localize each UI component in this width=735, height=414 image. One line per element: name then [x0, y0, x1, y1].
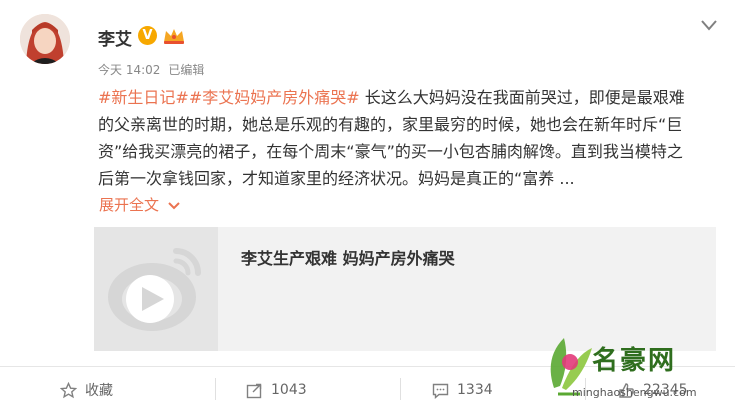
- post-time[interactable]: 今天 14:02: [98, 63, 160, 77]
- video-card-title: 李艾生产艰难 妈妈产房外痛哭: [241, 249, 455, 268]
- repost-count: 1043: [271, 382, 307, 398]
- video-thumbnail: [94, 227, 218, 351]
- verified-badge-icon: V: [138, 26, 157, 45]
- comment-button[interactable]: 1334: [432, 378, 493, 402]
- chevron-down-icon: [168, 201, 180, 209]
- repost-icon: [246, 383, 262, 398]
- chevron-down-icon[interactable]: [700, 18, 718, 32]
- favorite-button[interactable]: 收藏: [60, 378, 113, 402]
- hashtag-link[interactable]: #李艾妈妈产房外痛哭#: [189, 88, 360, 107]
- comment-count: 1334: [457, 382, 493, 398]
- repost-button[interactable]: 1043: [246, 378, 307, 402]
- hashtag-link[interactable]: #新生日记#: [98, 88, 189, 107]
- watermark-url: minghaoshengwu.com: [572, 386, 697, 399]
- action-separator: [400, 378, 401, 400]
- edited-label: 已编辑: [168, 63, 205, 77]
- comment-icon: [432, 383, 449, 399]
- star-icon: [60, 381, 77, 398]
- post-text: #新生日记##李艾妈妈产房外痛哭# 长这么大妈妈没在我面前哭过，即便是最艰难的父…: [98, 84, 698, 192]
- expand-button[interactable]: 展开全文: [99, 194, 181, 215]
- weibo-play-icon: [108, 248, 201, 331]
- expand-label: 展开全文: [99, 196, 160, 214]
- post-meta: 今天 14:02 已编辑: [98, 61, 204, 78]
- action-separator: [215, 378, 216, 400]
- favorite-label: 收藏: [85, 383, 113, 399]
- username[interactable]: 李艾: [98, 25, 132, 50]
- avatar-image: [20, 14, 70, 64]
- vip-crown-icon: [164, 29, 184, 44]
- avatar[interactable]: [20, 14, 70, 64]
- watermark-name: 名豪网: [592, 346, 677, 376]
